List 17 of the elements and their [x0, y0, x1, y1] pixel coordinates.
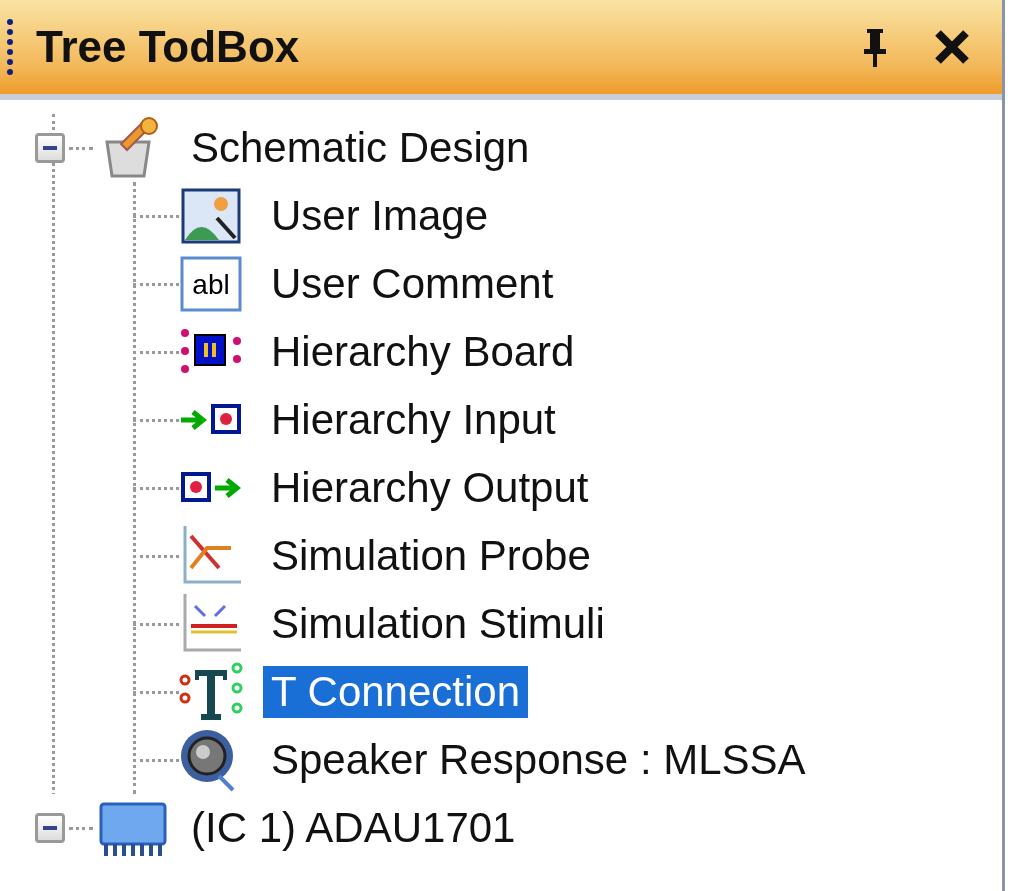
tree-node-label[interactable]: Hierarchy Board — [263, 326, 583, 378]
tree-node-label[interactable]: (IC 1) ADAU1701 — [183, 802, 524, 854]
picture-icon — [179, 188, 243, 244]
collapse-toggle[interactable] — [35, 813, 65, 843]
tree-node-label[interactable]: Hierarchy Output — [263, 462, 597, 514]
tree-node-label[interactable]: Simulation Stimuli — [263, 598, 613, 650]
tree-node-label[interactable]: Schematic Design — [183, 122, 538, 174]
tree-node-label[interactable]: Simulation Probe — [263, 530, 599, 582]
panel-title: Tree TodBox — [36, 22, 300, 72]
tree-node-label[interactable]: T Connection — [263, 666, 529, 718]
tree-node-label[interactable]: Hierarchy Input — [263, 394, 564, 446]
tree-node-label[interactable]: User Image — [263, 190, 497, 242]
tree-node-label[interactable]: Speaker Response : MLSSA — [263, 734, 814, 786]
grip-icon — [6, 16, 14, 78]
tree-node-label[interactable]: User Comment — [263, 258, 562, 310]
text-field-icon: abl — [179, 256, 243, 312]
collapse-toggle[interactable] — [35, 133, 65, 163]
